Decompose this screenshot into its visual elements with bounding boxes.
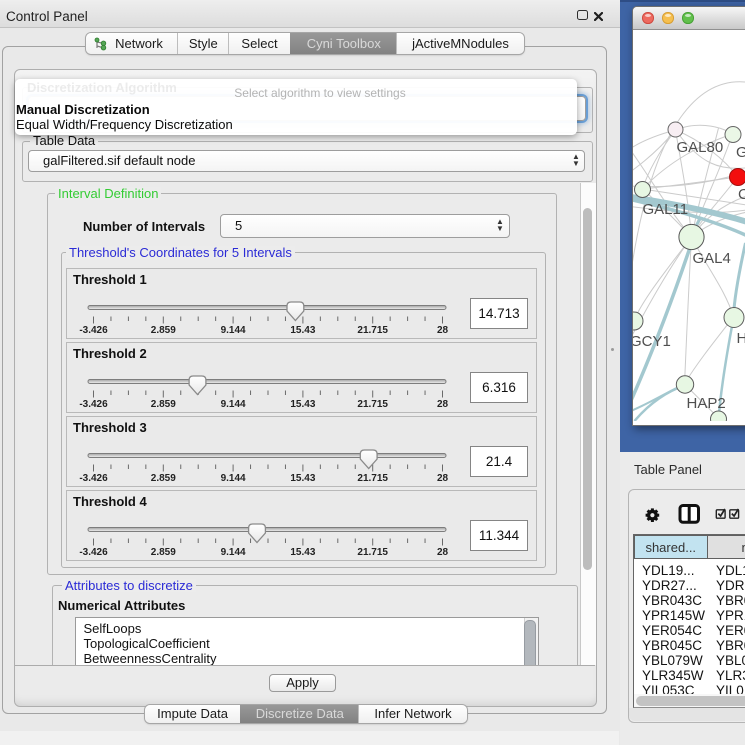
svg-text:21.715: 21.715 (357, 325, 388, 336)
svg-text:GAL4: GAL4 (692, 250, 730, 267)
svg-text:21.715: 21.715 (357, 399, 388, 410)
svg-text:-3.426: -3.426 (79, 473, 108, 484)
svg-text:15.43: 15.43 (290, 547, 315, 558)
svg-text:15.43: 15.43 (290, 325, 315, 336)
svg-text:9.144: 9.144 (221, 399, 246, 410)
svg-text:15.43: 15.43 (290, 399, 315, 410)
svg-text:9.144: 9.144 (221, 547, 246, 558)
svg-text:2.859: 2.859 (151, 547, 176, 558)
svg-text:GCY1: GCY1 (633, 333, 671, 350)
svg-text:-3.426: -3.426 (79, 399, 108, 410)
svg-text:28: 28 (437, 473, 449, 484)
svg-text:-3.426: -3.426 (79, 547, 108, 558)
svg-text:2.859: 2.859 (151, 399, 176, 410)
svg-text:GA: GA (736, 144, 745, 161)
svg-text:15.43: 15.43 (290, 473, 315, 484)
svg-text:2.859: 2.859 (151, 473, 176, 484)
svg-text:21.715: 21.715 (357, 473, 388, 484)
svg-text:GAL80: GAL80 (676, 139, 723, 156)
svg-text:28: 28 (437, 325, 449, 336)
svg-text:28: 28 (437, 547, 449, 558)
svg-text:-3.426: -3.426 (79, 325, 108, 336)
svg-text:9.144: 9.144 (221, 325, 246, 336)
svg-text:HAP2: HAP2 (686, 395, 725, 412)
svg-text:CR: CR (738, 186, 745, 203)
svg-text:28: 28 (437, 399, 449, 410)
svg-text:H: H (736, 330, 745, 347)
svg-text:9.144: 9.144 (221, 473, 246, 484)
svg-text:GAL11: GAL11 (642, 201, 688, 218)
svg-text:2.859: 2.859 (151, 325, 176, 336)
svg-text:21.715: 21.715 (357, 547, 388, 558)
